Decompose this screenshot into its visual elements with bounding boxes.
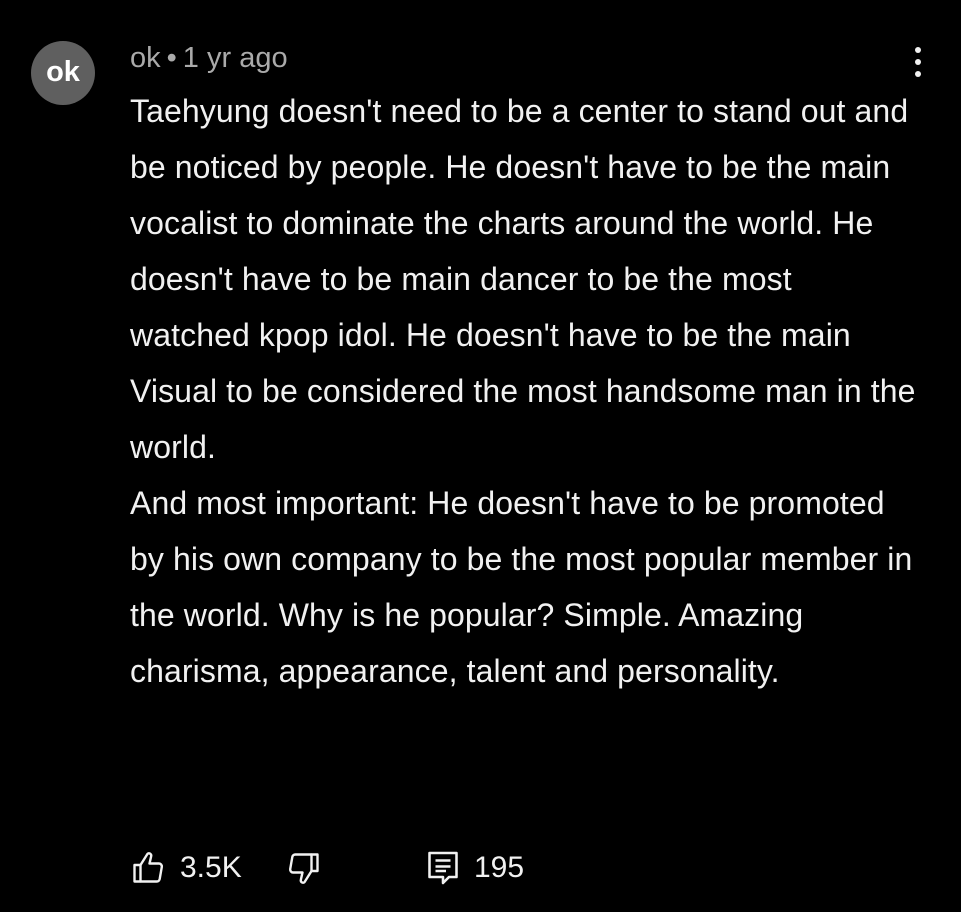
- comment-actions: 3.5K 195: [130, 844, 630, 892]
- avatar-initials: ok: [46, 55, 80, 88]
- avatar[interactable]: ok: [31, 41, 95, 105]
- author-name[interactable]: ok: [130, 42, 161, 74]
- more-options-button[interactable]: [900, 40, 936, 84]
- comment-body: Taehyung doesn't need to be a center to …: [130, 83, 920, 699]
- comment-header: ok • 1 yr ago: [130, 40, 288, 76]
- reply-comment-icon: [426, 850, 460, 886]
- more-vert-icon: [915, 47, 921, 77]
- comment-paragraph: Taehyung doesn't need to be a center to …: [130, 93, 916, 465]
- reply-count: 195: [474, 851, 525, 884]
- dislike-button[interactable]: [286, 844, 322, 892]
- thumbs-down-icon: [286, 850, 322, 886]
- comment-paragraph: And most important: He doesn't have to b…: [130, 485, 913, 689]
- meta-separator: •: [166, 42, 177, 74]
- comment-thread: ok ok • 1 yr ago Taehyung doesn't need to …: [0, 0, 961, 912]
- thumbs-up-icon: [130, 850, 166, 886]
- like-button[interactable]: 3.5K: [130, 844, 242, 892]
- comment-timestamp[interactable]: 1 yr ago: [183, 42, 288, 74]
- like-count: 3.5K: [180, 851, 242, 884]
- replies-button[interactable]: 195: [426, 844, 524, 892]
